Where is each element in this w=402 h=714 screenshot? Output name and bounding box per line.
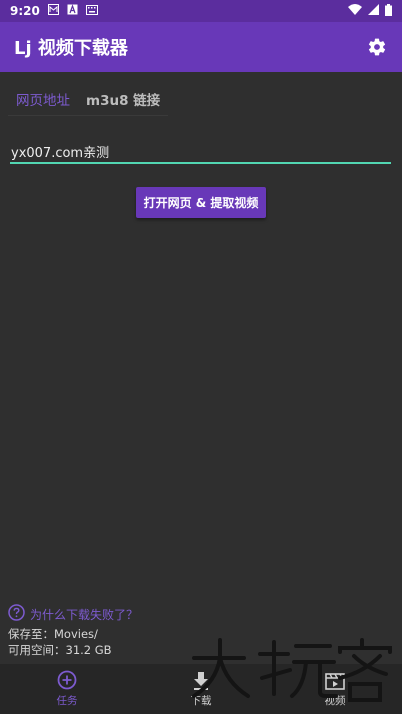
input-mode-tabs: 网页地址 m3u8 链接	[8, 82, 169, 116]
nav-item-label: 任务	[56, 695, 78, 707]
download-icon	[193, 670, 209, 690]
nav-item-label: 视频	[324, 695, 346, 707]
nav-item-label: 下载	[190, 695, 212, 707]
add-circle-icon	[57, 670, 77, 690]
free-space-text: 可用空间：31.2 GB	[8, 643, 112, 657]
nav-item-downloads[interactable]: 下载	[134, 664, 268, 714]
keyboard-icon	[85, 4, 98, 18]
settings-button[interactable]	[364, 34, 390, 60]
help-link-label: 为什么下载失败了？	[30, 607, 139, 622]
m-icon	[47, 4, 59, 18]
status-time: 9:20	[10, 4, 40, 18]
tab-m3u8-link[interactable]: m3u8 链接	[78, 82, 168, 116]
wifi-icon	[348, 4, 362, 18]
tab-web-address[interactable]: 网页地址	[8, 82, 78, 116]
url-input[interactable]	[10, 142, 391, 164]
a-icon	[67, 4, 78, 18]
gear-icon	[368, 38, 386, 56]
signal-icon	[368, 4, 379, 18]
bottom-navigation: 任务 下载 视频	[0, 664, 402, 714]
help-link[interactable]: 为什么下载失败了？	[8, 604, 138, 624]
open-and-extract-button[interactable]: 打开网页 & 提取视频	[136, 187, 266, 218]
nav-item-videos[interactable]: 视频	[268, 664, 402, 714]
battery-icon	[385, 3, 392, 19]
video-icon	[325, 670, 345, 690]
status-bar: 9:20	[0, 0, 402, 22]
app-title: Lj 视频下载器	[14, 38, 128, 59]
app-bar: Lj 视频下载器	[0, 22, 402, 72]
save-path-text: 保存至：Movies/	[8, 627, 98, 641]
nav-item-tasks[interactable]: 任务	[0, 664, 134, 714]
question-circle-icon	[8, 604, 25, 624]
